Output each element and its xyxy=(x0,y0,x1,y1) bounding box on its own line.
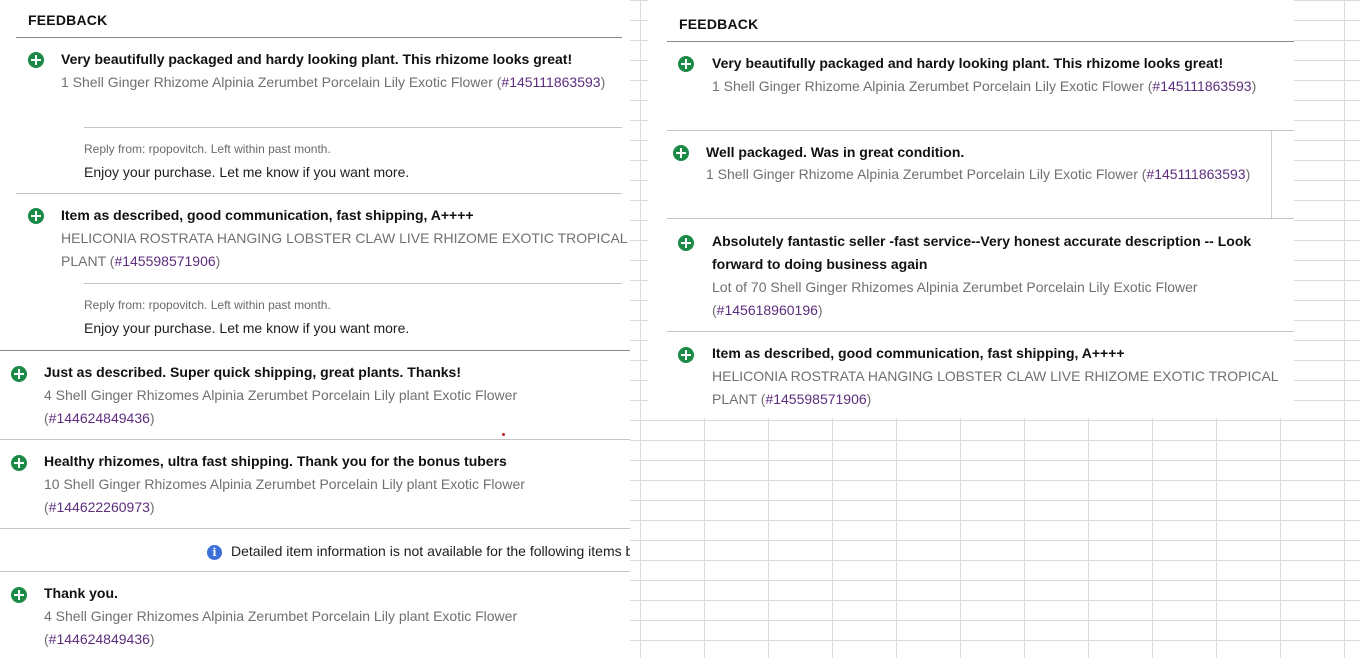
item-description-line: HELICONIA ROSTRATA HANGING LOBSTER CLAW … xyxy=(712,368,1279,384)
item-description: (#144624849436) xyxy=(44,631,155,647)
header-divider xyxy=(667,41,1294,42)
item-number-link[interactable]: #145111863593 xyxy=(501,74,600,90)
feedback-comment: Well packaged. Was in great condition. xyxy=(706,144,965,160)
entry-divider xyxy=(667,130,1294,131)
entry-divider xyxy=(667,218,1294,219)
positive-feedback-icon xyxy=(11,366,27,382)
reply-text: Enjoy your purchase. Let me know if you … xyxy=(84,164,410,180)
reply-from: Reply from: rpopovitch. Left within past… xyxy=(84,298,331,312)
positive-feedback-icon xyxy=(673,145,689,161)
item-description: 1 Shell Ginger Rhizome Alpinia Zerumbet … xyxy=(706,166,1251,182)
feedback-comment: Very beautifully packaged and hardy look… xyxy=(712,55,1224,71)
info-icon: i xyxy=(207,545,222,560)
item-number-link[interactable]: #145111863593 xyxy=(1146,166,1245,182)
feedback-header: FEEDBACK xyxy=(679,16,759,32)
item-description-line: HELICONIA ROSTRATA HANGING LOBSTER CLAW … xyxy=(61,230,628,246)
vertical-divider xyxy=(1271,131,1272,218)
reply-divider xyxy=(84,127,622,128)
item-description: 1 Shell Ginger Rhizome Alpinia Zerumbet … xyxy=(61,74,606,90)
entry-divider xyxy=(0,439,630,440)
item-number-link[interactable]: #145111863593 xyxy=(1152,78,1251,94)
reply-text: Enjoy your purchase. Let me know if you … xyxy=(84,320,410,336)
positive-feedback-icon xyxy=(11,455,27,471)
entry-divider xyxy=(16,193,622,194)
item-description: (#144622260973) xyxy=(44,499,155,515)
entry-divider xyxy=(0,571,630,572)
positive-feedback-icon xyxy=(28,52,44,68)
item-description: 1 Shell Ginger Rhizome Alpinia Zerumbet … xyxy=(712,78,1257,94)
feedback-comment: Healthy rhizomes, ultra fast shipping. T… xyxy=(44,453,507,469)
feedback-comment: Just as described. Super quick shipping,… xyxy=(44,364,461,380)
item-description-line: 4 Shell Ginger Rhizomes Alpinia Zerumbet… xyxy=(44,387,518,403)
item-description: PLANT (#145598571906) xyxy=(712,391,872,407)
item-description: (#144624849436) xyxy=(44,410,155,426)
feedback-header: FEEDBACK xyxy=(28,12,108,28)
item-description-line: 4 Shell Ginger Rhizomes Alpinia Zerumbet… xyxy=(44,608,518,624)
feedback-panel-right: FEEDBACK Very beautifully packaged and h… xyxy=(648,0,1294,418)
feedback-comment: Item as described, good communication, f… xyxy=(712,345,1125,361)
section-divider xyxy=(0,350,630,351)
entry-divider xyxy=(0,528,630,529)
feedback-comment: Thank you. xyxy=(44,585,118,601)
positive-feedback-icon xyxy=(678,347,694,363)
feedback-comment: Absolutely fantastic seller -fast servic… xyxy=(712,233,1252,249)
item-number-link[interactable]: #145598571906 xyxy=(114,253,215,269)
item-number-link[interactable]: #145618960196 xyxy=(717,302,818,318)
item-number-link[interactable]: #144622260973 xyxy=(49,499,150,515)
item-description-line: 10 Shell Ginger Rhizomes Alpinia Zerumbe… xyxy=(44,476,525,492)
positive-feedback-icon xyxy=(11,587,27,603)
reply-from: Reply from: rpopovitch. Left within past… xyxy=(84,142,331,156)
positive-feedback-icon xyxy=(678,56,694,72)
red-dot xyxy=(502,433,505,436)
positive-feedback-icon xyxy=(678,235,694,251)
feedback-comment: Very beautifully packaged and hardy look… xyxy=(61,51,573,67)
positive-feedback-icon xyxy=(28,208,44,224)
info-notice-text: Detailed item information is not availab… xyxy=(231,543,630,559)
header-divider xyxy=(16,37,622,38)
entry-divider xyxy=(667,331,1294,332)
reply-divider xyxy=(84,283,622,284)
feedback-comment-continued: forward to doing business again xyxy=(712,256,928,272)
feedback-panel-left: FEEDBACK Very beautifully packaged and h… xyxy=(0,0,630,658)
feedback-comment: Item as described, good communication, f… xyxy=(61,207,474,223)
item-description-line: Lot of 70 Shell Ginger Rhizomes Alpinia … xyxy=(712,279,1198,295)
item-description: (#145618960196) xyxy=(712,302,823,318)
item-number-link[interactable]: #144624849436 xyxy=(49,410,150,426)
item-number-link[interactable]: #144624849436 xyxy=(49,631,150,647)
item-description: PLANT (#145598571906) xyxy=(61,253,221,269)
item-number-link[interactable]: #145598571906 xyxy=(765,391,866,407)
